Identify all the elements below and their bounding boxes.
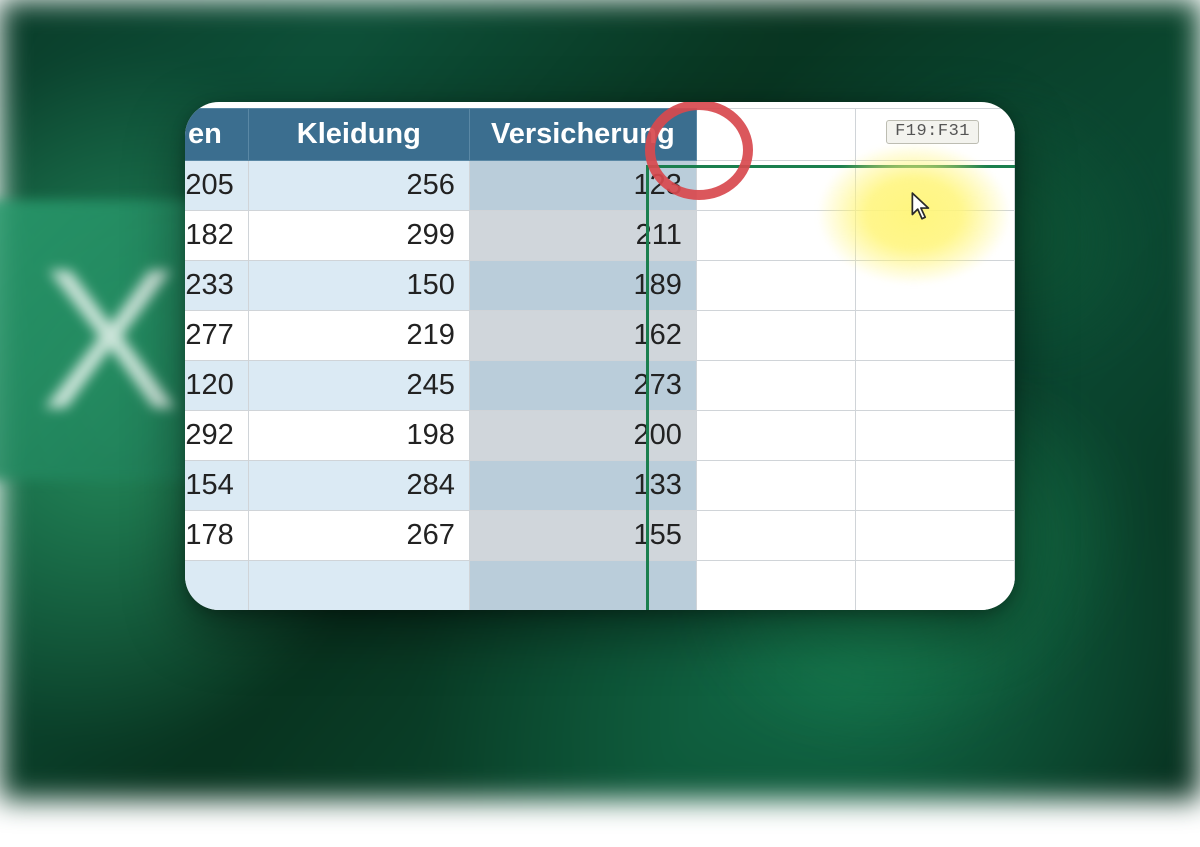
table-row: 205 256 123 (185, 161, 1015, 211)
cell[interactable] (696, 261, 855, 311)
cell[interactable]: 267 (248, 511, 469, 561)
table-row: 182 299 211 (185, 211, 1015, 261)
cell[interactable] (855, 211, 1014, 261)
cell[interactable]: 189 (469, 261, 696, 311)
cell[interactable]: 219 (248, 311, 469, 361)
cell[interactable]: 273 (469, 361, 696, 411)
cell[interactable]: 123 (469, 161, 696, 211)
cell[interactable] (855, 561, 1014, 611)
table-row: 120 245 273 (185, 361, 1015, 411)
cell[interactable]: 182 (185, 211, 248, 261)
cell[interactable]: 133 (469, 461, 696, 511)
cell[interactable] (696, 461, 855, 511)
table-row: 292 198 200 (185, 411, 1015, 461)
cell[interactable]: 233 (185, 261, 248, 311)
table-row (185, 561, 1015, 611)
cell[interactable]: 162 (469, 311, 696, 361)
cell[interactable] (855, 161, 1014, 211)
cell[interactable] (696, 511, 855, 561)
cell[interactable] (185, 561, 248, 611)
cell[interactable]: 150 (248, 261, 469, 311)
table-row: 233 150 189 (185, 261, 1015, 311)
cell[interactable]: 284 (248, 461, 469, 511)
cell[interactable]: 277 (185, 311, 248, 361)
cell[interactable]: 211 (469, 211, 696, 261)
cell[interactable] (855, 411, 1014, 461)
cell[interactable]: 205 (185, 161, 248, 211)
table-row: 154 284 133 (185, 461, 1015, 511)
cell[interactable] (469, 561, 696, 611)
cell[interactable] (696, 561, 855, 611)
cell[interactable] (696, 411, 855, 461)
cell[interactable] (696, 361, 855, 411)
column-header-empty[interactable] (696, 109, 855, 161)
screenshot-card: F19:F31 en Kleidung Versicherung (185, 102, 1015, 610)
cell[interactable]: 155 (469, 511, 696, 561)
column-header[interactable]: en (185, 109, 248, 161)
cell[interactable] (855, 361, 1014, 411)
cell[interactable]: 256 (248, 161, 469, 211)
cell[interactable] (855, 261, 1014, 311)
cell[interactable]: 178 (185, 511, 248, 561)
table-row: 277 219 162 (185, 311, 1015, 361)
spreadsheet-grid[interactable]: en Kleidung Versicherung 205 256 123 182 (185, 108, 1015, 610)
cell[interactable] (248, 561, 469, 611)
cell[interactable]: 299 (248, 211, 469, 261)
cell[interactable] (696, 311, 855, 361)
cell[interactable]: 245 (248, 361, 469, 411)
cell[interactable] (696, 161, 855, 211)
column-header-kleidung[interactable]: Kleidung (248, 109, 469, 161)
column-header-versicherung[interactable]: Versicherung (469, 109, 696, 161)
range-tooltip: F19:F31 (886, 120, 979, 144)
cell[interactable]: 198 (248, 411, 469, 461)
cell[interactable]: 154 (185, 461, 248, 511)
cell[interactable]: 120 (185, 361, 248, 411)
table-row: 178 267 155 (185, 511, 1015, 561)
cell[interactable]: 292 (185, 411, 248, 461)
cell[interactable]: 200 (469, 411, 696, 461)
cell[interactable] (855, 311, 1014, 361)
cell[interactable] (855, 461, 1014, 511)
cell[interactable] (855, 511, 1014, 561)
cell[interactable] (696, 211, 855, 261)
